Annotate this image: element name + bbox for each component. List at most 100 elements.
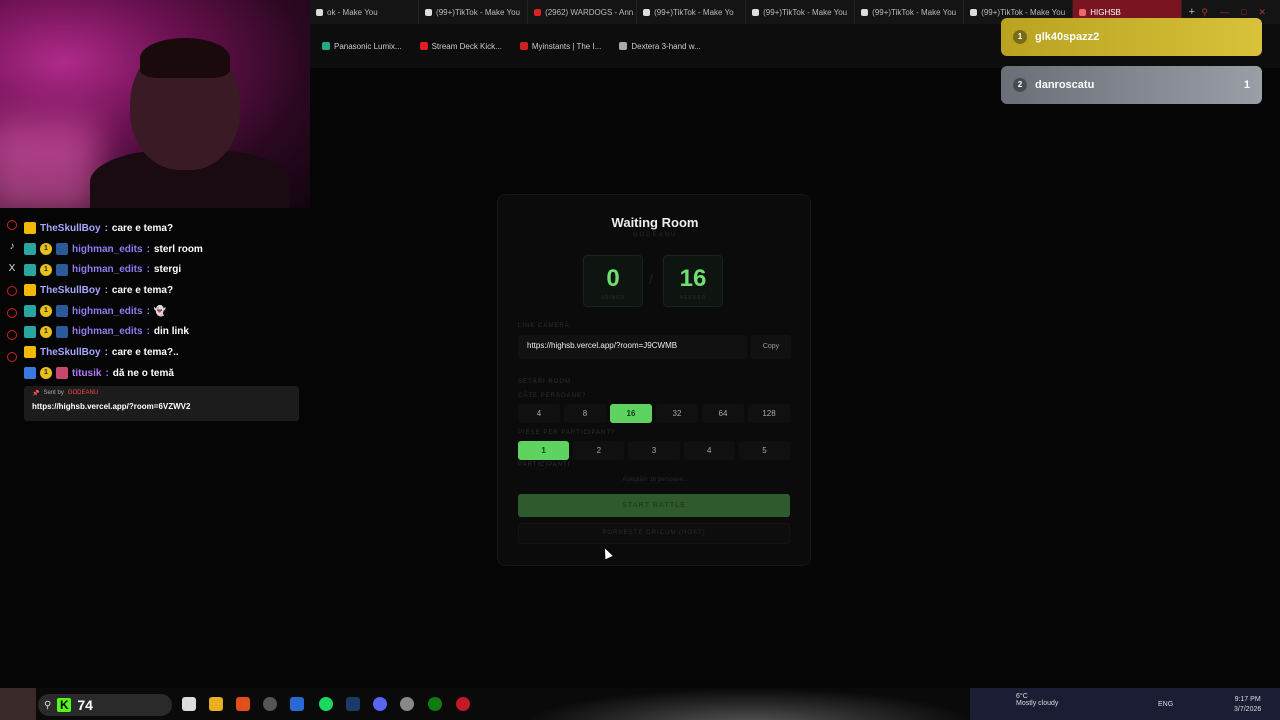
leaderboard-entry: 2 danroscatu 1 <box>1001 66 1262 104</box>
star-icon <box>24 367 36 380</box>
participants-label: PARTICIPANȚI <box>518 462 571 468</box>
close-icon[interactable]: ✕ <box>1258 7 1266 18</box>
avatar[interactable] <box>0 688 36 720</box>
rank-badge: 1 <box>1013 30 1027 44</box>
person-option[interactable]: 32 <box>656 404 698 423</box>
start-battle-button[interactable]: START BATTLE <box>518 494 790 517</box>
chat-username: TheSkullBoy <box>40 284 101 296</box>
subscriber-icon <box>24 263 36 276</box>
new-tab-button[interactable]: + <box>1182 6 1201 18</box>
platform-icons: ♪ X <box>0 208 24 688</box>
sender-name: GODEANU <box>67 390 99 396</box>
chat-text: sterl room <box>153 243 203 255</box>
chat-username: titusik <box>72 367 102 379</box>
persons-label: CÂTE PERSOANE? <box>518 393 587 399</box>
coin-icon: 1 <box>40 305 52 318</box>
xbox-icon[interactable] <box>428 697 442 711</box>
start-anyway-button[interactable]: PORNEȘTE ORICUM (HOST) <box>518 523 790 544</box>
chrome-icon[interactable] <box>400 697 414 711</box>
waiting-hint: Așteptăm 16 persoane... <box>622 477 688 483</box>
leaderboard-score: 1 <box>1243 79 1250 91</box>
browser-tab[interactable]: (99+)TikTok - Make You <box>855 0 965 24</box>
twitch-icon <box>7 330 17 340</box>
person-option[interactable]: 4 <box>518 404 560 423</box>
person-option[interactable]: 8 <box>564 404 606 423</box>
minimize-icon[interactable]: — <box>1220 7 1229 18</box>
chat-username: TheSkullBoy <box>40 346 101 358</box>
brave-icon[interactable] <box>236 697 250 711</box>
weather-widget[interactable]: 6°C Mostly cloudy <box>1016 693 1058 707</box>
chat-message: 1 titusik: dă ne o temă <box>24 363 304 384</box>
counter-separator: / <box>649 271 653 287</box>
store-icon[interactable] <box>290 697 304 711</box>
tiktok-icon <box>316 8 323 16</box>
coin-icon: 1 <box>40 243 52 256</box>
chat-message: TheSkullBoy: care e tema? <box>24 218 304 239</box>
moderator-icon <box>56 263 68 276</box>
youtube-icon <box>419 42 428 50</box>
chat-message: TheSkullBoy: care e tema?.. <box>24 342 304 363</box>
moderator-icon <box>56 325 68 338</box>
host-name: GODEANU <box>632 232 678 238</box>
browser-tab[interactable]: (99+)TikTok - Make You <box>746 0 856 24</box>
chat-username: highman_edits <box>72 243 143 255</box>
leaderboard-name: glk40spazz2 <box>1035 31 1100 43</box>
rank-badge: 2 <box>1013 78 1027 92</box>
waiting-room-panel: Waiting Room GODEANU 0 JOINED / 16 NEEDE… <box>497 194 811 566</box>
crown-icon <box>24 222 36 235</box>
spotify-icon[interactable] <box>319 697 333 711</box>
browser-tab[interactable]: (99+)TikTok - Make You <box>419 0 529 24</box>
opera-icon[interactable] <box>456 697 470 711</box>
browser-tab[interactable]: ok - Make You <box>310 0 420 24</box>
copy-button[interactable]: Copy <box>751 335 791 359</box>
settings-label: SETĂRI ROOM <box>518 379 572 385</box>
task-view-icon[interactable] <box>182 697 196 711</box>
chat-text: stergi <box>153 264 182 276</box>
bookmark[interactable]: Dextera 3-hand w... <box>619 42 701 51</box>
room-link-field[interactable]: https://highsb.vercel.app/?room=J9CWMB <box>518 335 747 359</box>
tiktok-icon <box>861 8 869 16</box>
instagram-icon <box>7 220 17 230</box>
piece-count-options: 1 2 3 4 5 <box>518 441 791 460</box>
pin-icon: 📌 <box>32 391 40 397</box>
maximize-icon[interactable]: □ <box>1241 7 1246 18</box>
chat-message: 1 highman_edits: 👻 <box>24 301 304 322</box>
page-title: Waiting Room <box>611 215 699 230</box>
search-icon[interactable]: ⚲ <box>1201 7 1208 18</box>
folder-icon[interactable] <box>209 697 223 711</box>
subscriber-icon <box>24 325 36 338</box>
person-option[interactable]: 64 <box>702 404 744 423</box>
language-indicator[interactable]: ENG <box>1158 701 1173 708</box>
piece-option[interactable]: 3 <box>628 441 680 460</box>
person-option[interactable]: 128 <box>748 404 790 423</box>
viewer-count: 74 <box>77 697 93 713</box>
obs-icon[interactable] <box>263 697 277 711</box>
bookmark[interactable]: Stream Deck Kick... <box>419 42 502 51</box>
kick-icon <box>7 308 17 318</box>
clock[interactable]: 9:17 PM 3/7/2026 <box>1234 695 1261 715</box>
sent-link[interactable]: https://highsb.vercel.app/?room=6VZWV2 <box>32 402 291 411</box>
youtube-icon <box>534 8 542 16</box>
browser-tab[interactable]: (99+)TikTok - Make Yo <box>637 0 747 24</box>
browser-tab[interactable]: (2962) WARDOGS - Ann <box>528 0 638 24</box>
webcam-feed <box>0 0 310 208</box>
bookmark[interactable]: Myinstants | The I... <box>519 42 601 51</box>
piece-option[interactable]: 4 <box>683 441 735 460</box>
needed-counter: 16 NEEDED <box>663 255 723 307</box>
piece-option[interactable]: 2 <box>573 441 625 460</box>
piece-option[interactable]: 5 <box>738 441 791 460</box>
tiktok-icon: ♪ <box>9 241 15 252</box>
person-option-selected[interactable]: 16 <box>610 404 652 423</box>
steam-icon[interactable] <box>346 697 360 711</box>
bookmark[interactable]: Panasonic Lumix... <box>322 42 402 51</box>
leaderboard-entry: 1 glk40spazz2 <box>1001 18 1262 56</box>
chart-icon <box>1079 8 1087 16</box>
chat-text: din link <box>153 326 189 338</box>
x-icon: X <box>8 263 16 274</box>
discord-icon[interactable] <box>373 697 387 711</box>
leaderboard-name: danroscatu <box>1035 79 1095 91</box>
piece-option-selected[interactable]: 1 <box>518 441 570 460</box>
chat-username: TheSkullBoy <box>40 222 101 234</box>
taskbar-search[interactable]: ⚲ K 74 <box>38 694 172 716</box>
gift-icon <box>56 367 68 380</box>
